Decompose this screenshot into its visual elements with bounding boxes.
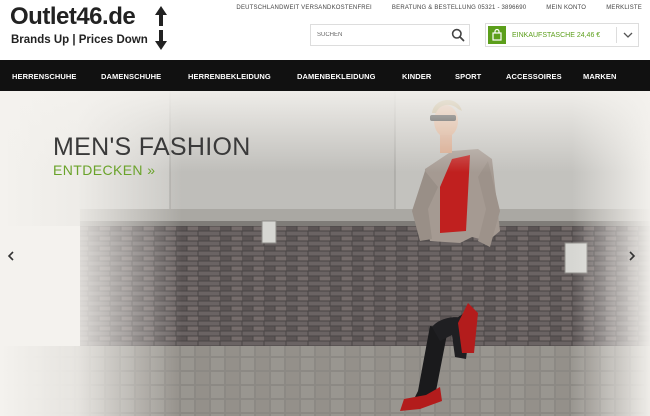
- cart-button[interactable]: Einkaufstasche 24,46 €: [485, 23, 639, 47]
- nav-item-herrenschuhe[interactable]: HERRENSCHUHE: [12, 72, 77, 81]
- site-header: Outlet46.de Brands Up | Prices Down Deut…: [0, 0, 650, 60]
- top-link-shipping[interactable]: Deutschlandweit Versandkostenfrei: [236, 5, 372, 11]
- chevron-right-icon[interactable]: [626, 249, 638, 263]
- nav-item-kinder[interactable]: KINDER: [402, 72, 431, 81]
- hero-title: MEN'S FASHION: [53, 133, 251, 161]
- search-input[interactable]: [311, 25, 447, 45]
- shopping-bag-icon: [488, 26, 506, 44]
- search-icon[interactable]: [451, 28, 465, 42]
- nav-item-herrenbekleidung[interactable]: HERRENBEKLEIDUNG: [188, 72, 271, 81]
- cart-divider: [616, 27, 617, 43]
- logo-wordmark: Outlet46.de: [10, 3, 136, 30]
- chevron-left-icon[interactable]: [5, 249, 17, 263]
- hero-cta-link[interactable]: ENTDECKEN »: [53, 162, 155, 178]
- nav-item-marken[interactable]: MARKEN: [583, 72, 617, 81]
- hero-slider[interactable]: MEN'S FASHION ENTDECKEN »: [0, 91, 650, 416]
- top-link-wishlist[interactable]: Merkliste: [606, 5, 642, 11]
- cart-label: Einkaufstasche 24,46 €: [512, 32, 601, 39]
- nav-item-damenbekleidung[interactable]: DAMENBEKLEIDUNG: [297, 72, 376, 81]
- nav-item-sport[interactable]: SPORT: [455, 72, 481, 81]
- logo-tagline: Brands Up | Prices Down: [11, 34, 148, 46]
- nav-item-damenschuhe[interactable]: DAMENSCHUHE: [101, 72, 161, 81]
- site-logo[interactable]: Outlet46.de Brands Up | Prices Down: [10, 3, 170, 50]
- top-link-account[interactable]: Mein Konto: [546, 5, 586, 11]
- logo-arrows-icon: [155, 6, 167, 50]
- top-links-bar: Deutschlandweit Versandkostenfrei Beratu…: [216, 5, 642, 11]
- top-link-hotline[interactable]: Beratung & Bestellung 05321 - 3896690: [392, 5, 526, 11]
- search-box: [310, 24, 470, 46]
- chevron-down-icon[interactable]: [622, 30, 634, 40]
- nav-item-accessoires[interactable]: ACCESSOIRES: [506, 72, 562, 81]
- main-navigation: HERRENSCHUHE DAMENSCHUHE HERRENBEKLEIDUN…: [0, 60, 650, 91]
